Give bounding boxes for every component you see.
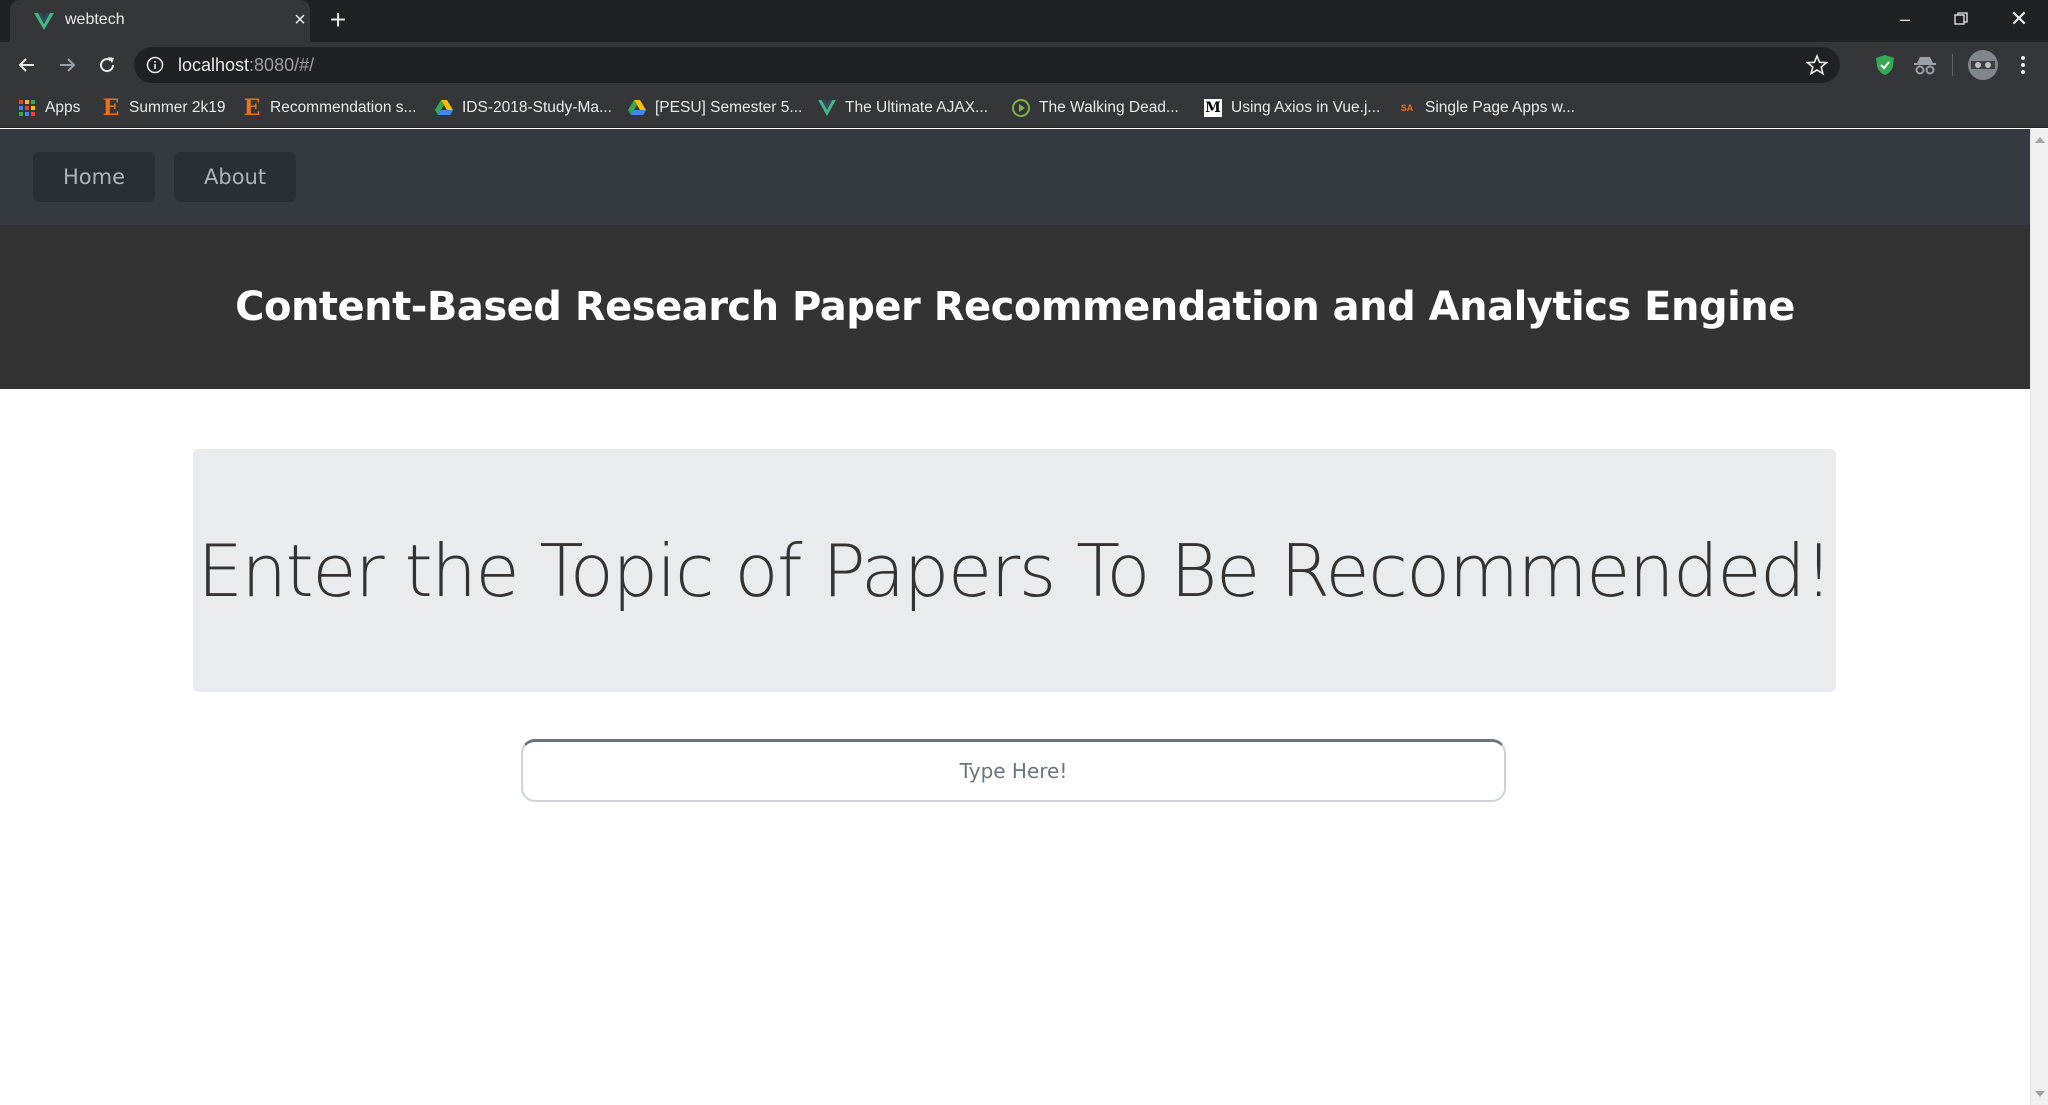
url-text: localhost:8080/#/ bbox=[178, 55, 315, 75]
page-viewport: Home About Content-Based Research Paper … bbox=[0, 129, 2030, 1105]
toolbar-divider bbox=[1952, 54, 1953, 76]
back-icon[interactable] bbox=[12, 50, 42, 80]
bookmark-ultimate-ajax[interactable]: The Ultimate AJAX... bbox=[818, 94, 988, 122]
address-bar[interactable]: localhost:8080/#/ bbox=[134, 47, 1840, 83]
tab-title: webtech bbox=[65, 11, 125, 28]
bookmark-label: The Walking Dead... bbox=[1039, 99, 1179, 116]
browser-tab[interactable]: webtech × bbox=[10, 0, 310, 42]
nav-home-link[interactable]: Home bbox=[33, 152, 156, 202]
site-navbar: Home About bbox=[0, 129, 2030, 225]
google-drive-icon bbox=[435, 99, 453, 117]
new-tab-icon[interactable]: + bbox=[323, 6, 353, 36]
reload-icon[interactable] bbox=[92, 50, 122, 80]
bookmark-summer-2k19[interactable]: E Summer 2k19 bbox=[102, 94, 226, 122]
bookmark-label: The Ultimate AJAX... bbox=[845, 99, 988, 116]
apps-grid-icon bbox=[18, 99, 36, 117]
jumbotron: Enter the Topic of Papers To Be Recommen… bbox=[193, 449, 1836, 692]
bookmark-label: Single Page Apps w... bbox=[1425, 99, 1575, 116]
bookmark-label: Recommendation s... bbox=[270, 99, 417, 116]
medium-icon: M bbox=[1204, 99, 1222, 117]
bookmark-ids-2018[interactable]: IDS-2018-Study-Ma... bbox=[435, 94, 612, 122]
page-title: Content-Based Research Paper Recommendat… bbox=[235, 284, 1795, 330]
shield-extension-icon[interactable] bbox=[1872, 52, 1898, 78]
menu-kebab-icon[interactable] bbox=[2010, 52, 2036, 78]
play-icon bbox=[1012, 99, 1030, 117]
bookmark-apps[interactable]: Apps bbox=[18, 94, 80, 122]
page-scrollbar[interactable] bbox=[2030, 129, 2048, 1105]
incognito-extension-icon[interactable] bbox=[1912, 52, 1938, 78]
vue-icon bbox=[34, 13, 54, 30]
bookmark-label: Apps bbox=[45, 99, 81, 116]
scroll-up-arrow-icon[interactable] bbox=[2035, 137, 2045, 143]
browser-titlebar: webtech × + – ✕ bbox=[0, 0, 2048, 42]
restore-icon[interactable] bbox=[1938, 0, 1984, 38]
bookmark-walking-dead[interactable]: The Walking Dead... bbox=[1012, 94, 1179, 122]
topic-search-input[interactable] bbox=[523, 742, 1504, 800]
sa-icon: SA bbox=[1400, 103, 1414, 113]
jumbotron-heading: Enter the Topic of Papers To Be Recommen… bbox=[197, 528, 1833, 613]
scroll-down-arrow-icon[interactable] bbox=[2035, 1091, 2045, 1097]
info-icon[interactable] bbox=[146, 56, 164, 74]
vue-icon bbox=[818, 99, 836, 117]
bookmark-label: IDS-2018-Study-Ma... bbox=[462, 99, 612, 116]
minimize-icon[interactable]: – bbox=[1882, 0, 1928, 38]
bookmark-star-icon[interactable] bbox=[1806, 54, 1828, 76]
bookmark-label: [PESU] Semester 5... bbox=[655, 99, 803, 116]
e-icon: E bbox=[243, 95, 261, 121]
search-field-wrapper bbox=[521, 739, 1506, 802]
bookmark-axios-vue[interactable]: M Using Axios in Vue.j... bbox=[1204, 94, 1380, 122]
bookmark-single-page-apps[interactable]: SA Single Page Apps w... bbox=[1398, 94, 1575, 122]
google-drive-icon bbox=[628, 99, 646, 117]
close-window-icon[interactable]: ✕ bbox=[1996, 0, 2042, 38]
bookmark-label: Summer 2k19 bbox=[129, 99, 226, 116]
tab-close-icon[interactable]: × bbox=[288, 8, 312, 32]
profile-avatar[interactable] bbox=[1968, 50, 1998, 80]
browser-toolbar: localhost:8080/#/ bbox=[0, 42, 2048, 88]
bookmark-recommendation[interactable]: E Recommendation s... bbox=[243, 94, 417, 122]
e-icon: E bbox=[102, 95, 120, 121]
bookmarks-bar: Apps E Summer 2k19 E Recommendation s...… bbox=[0, 88, 2048, 128]
nav-about-link[interactable]: About bbox=[174, 152, 297, 202]
hero-banner: Content-Based Research Paper Recommendat… bbox=[0, 225, 2030, 389]
forward-icon[interactable] bbox=[52, 50, 82, 80]
bookmark-pesu-semester[interactable]: [PESU] Semester 5... bbox=[628, 94, 802, 122]
bookmark-label: Using Axios in Vue.j... bbox=[1231, 99, 1381, 116]
